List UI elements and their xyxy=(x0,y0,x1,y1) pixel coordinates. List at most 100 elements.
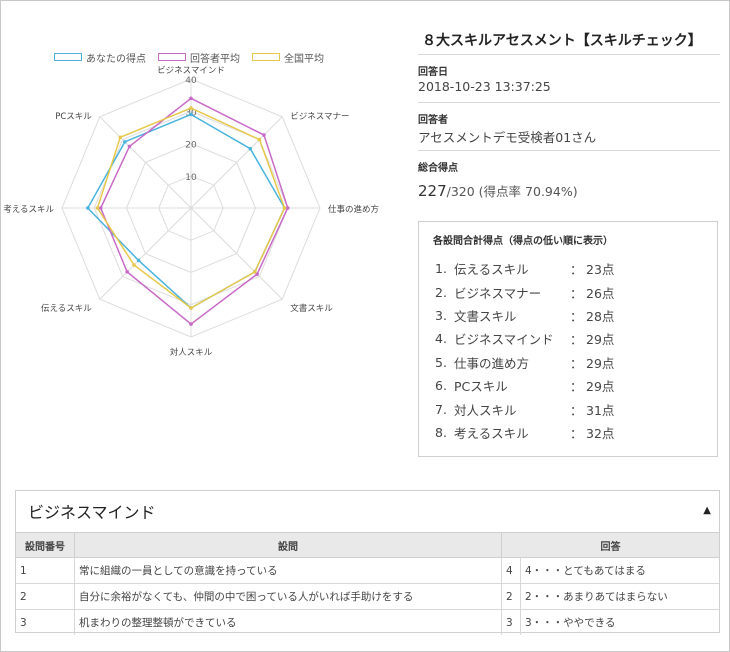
ranking-item: 1. 伝えるスキル ： 23点 xyxy=(435,257,614,280)
ranking-item-name: 仕事の進め方 xyxy=(454,355,530,371)
answer-number-cell: 2 xyxy=(501,583,521,610)
table-header-row: 設問番号 設問 回答 xyxy=(16,532,719,558)
question-text-cell: 机まわりの整理整頓ができている xyxy=(74,609,502,635)
axis-label: 考えるスキル xyxy=(3,205,54,215)
data-point xyxy=(257,137,262,142)
table-row: 1 常に組織の一員としての意識を持っている 4 4・・・とてもあてはまる xyxy=(16,557,719,584)
ranking-item-name: ビジネスマナー xyxy=(454,285,542,301)
data-point xyxy=(189,322,193,326)
ranking-item-colon: ： xyxy=(570,379,583,395)
assessment-title: ８大スキルアセスメント【スキルチェック】 xyxy=(422,33,702,49)
ranking-item-number: 5. xyxy=(435,354,447,370)
ranking-item-colon: ： xyxy=(570,355,583,371)
data-point xyxy=(189,112,193,117)
data-point xyxy=(189,106,193,110)
question-text-cell: 常に組織の一員としての意識を持っている xyxy=(74,557,502,584)
data-point xyxy=(189,306,193,310)
ranking-item-score: 29点 xyxy=(586,379,615,395)
divider xyxy=(418,150,720,151)
column-header-question: 設問 xyxy=(74,532,502,558)
question-table: 設問番号 設問 回答 1 常に組織の一員としての意識を持っている 4 4・・・とてもあ… xyxy=(16,532,719,635)
ranking-item-number: 6. xyxy=(435,378,447,394)
ranking-item-score: 26点 xyxy=(586,285,615,301)
respondent-label: 回答者 xyxy=(418,115,448,126)
ranking-item-colon: ： xyxy=(570,308,583,324)
ranking-item-colon: ： xyxy=(570,285,583,301)
ranking-item-name: PCスキル xyxy=(454,379,508,395)
ranking-item-score: 23点 xyxy=(586,262,615,278)
tick-label: 10 xyxy=(185,173,197,183)
table-row: 3 机まわりの整理整頓ができている 3 3・・・ややできる xyxy=(16,609,719,635)
data-point xyxy=(282,206,287,210)
ranking-item: 7. 対人スキル ： 31点 xyxy=(435,397,614,420)
answer-number-cell: 4 xyxy=(501,557,521,584)
ranking-item-colon: ： xyxy=(570,262,583,278)
ranking-item: 6. PCスキル ： 29点 xyxy=(435,374,614,397)
ranking-item: 4. ビジネスマインド ： 29点 xyxy=(435,327,614,350)
ranking-item: 3. 文書スキル ： 28点 xyxy=(435,304,614,327)
ranking-item-score: 29点 xyxy=(586,355,615,371)
axis-label: 伝えるスキル xyxy=(41,303,92,314)
axis-label: 文書スキル xyxy=(290,303,333,314)
question-number-cell: 1 xyxy=(16,557,75,584)
ranking-item-score: 29点 xyxy=(586,332,615,348)
question-number-cell: 2 xyxy=(16,583,75,610)
ranking-item-colon: ： xyxy=(570,425,583,441)
ranking-item: 2. ビジネスマナー ： 26点 xyxy=(435,280,614,303)
data-point xyxy=(123,140,127,144)
ranking-item-name: ビジネスマインド xyxy=(454,332,554,348)
ranking-item-number: 3. xyxy=(435,307,447,323)
data-point xyxy=(86,206,90,210)
column-header-answer: 回答 xyxy=(501,532,719,558)
total-score-label: 総合得点 xyxy=(418,163,458,174)
data-point xyxy=(118,135,123,140)
tick-label: 20 xyxy=(185,141,197,151)
total-score-value: 227/320 (得点率 70.94%) xyxy=(418,181,578,200)
tick-label: 40 xyxy=(185,76,197,86)
ranking-item-number: 8. xyxy=(435,424,447,440)
divider xyxy=(418,102,720,103)
ranking-item-number: 7. xyxy=(435,401,447,417)
data-point xyxy=(132,263,136,267)
score-ranking-box: 各設問合計得点（得点の低い順に表示） 1. 伝えるスキル： 23点 2. ビジネスマナー… xyxy=(418,221,718,457)
answer-text-cell: 4・・・とてもあてはまる xyxy=(520,557,719,584)
ranking-item-number: 2. xyxy=(435,284,447,300)
ranking-item: 5. 仕事の進め方 ： 29点 xyxy=(435,351,614,374)
question-text-cell: 自分に余裕がなくても、仲間の中で困っている人がいれば手助けをする xyxy=(74,583,502,610)
category-section: ビジネスマインド ▲ 設問番号 設問 回答 1 常に組織の一員としての意識を持って… xyxy=(15,490,720,635)
ranking-item-colon: ： xyxy=(570,332,583,348)
data-point xyxy=(262,133,266,137)
ranking-item-name: 考えるスキル xyxy=(454,425,529,441)
data-point xyxy=(95,206,100,210)
answer-number-cell: 3 xyxy=(501,609,521,635)
ranking-title: 各設問合計得点（得点の低い順に表示） xyxy=(433,236,613,247)
ranking-list: 1. 伝えるスキル： 23点 2. ビジネスマナー： 26点 3. 文書スキル： 28点 4. ビジ… xyxy=(435,257,614,444)
respondent-value: アセスメントデモ受検者01さん xyxy=(418,130,597,145)
total-score-detail: /320 (得点率 70.94%) xyxy=(446,184,578,199)
answer-text-cell: 3・・・ややできる xyxy=(520,609,719,635)
ranking-item-number: 4. xyxy=(435,331,447,347)
data-point xyxy=(125,270,129,274)
ranking-item-score: 32点 xyxy=(586,425,615,441)
collapse-toggle-icon[interactable]: ▲ xyxy=(703,505,711,516)
ranking-item-score: 31点 xyxy=(586,402,615,418)
ranking-item-name: 文書スキル xyxy=(454,308,517,324)
divider xyxy=(418,54,720,55)
axis-label: 対人スキル xyxy=(170,347,213,358)
ranking-item-name: 対人スキル xyxy=(454,402,517,418)
question-table-body: 1 常に組織の一員としての意識を持っている 4 4・・・とてもあてはまる 2 自分に余裕が… xyxy=(16,557,719,635)
data-point xyxy=(248,146,253,151)
column-header-number: 設問番号 xyxy=(16,532,75,558)
ranking-item: 8. 考えるスキル ： 32点 xyxy=(435,421,614,444)
section-title: ビジネスマインド xyxy=(28,503,156,522)
data-point xyxy=(136,258,141,263)
question-number-cell: 3 xyxy=(16,609,75,635)
axis-label: ビジネスマナー xyxy=(290,112,349,122)
total-score-number: 227 xyxy=(418,182,447,200)
date-value: 2018-10-23 13:37:25 xyxy=(418,79,551,94)
axis-label: ビジネスマインド xyxy=(157,66,225,76)
ranking-item-score: 28点 xyxy=(586,308,615,324)
date-label: 回答日 xyxy=(418,67,448,78)
axis-label: PCスキル xyxy=(55,112,92,122)
data-point xyxy=(285,206,290,210)
